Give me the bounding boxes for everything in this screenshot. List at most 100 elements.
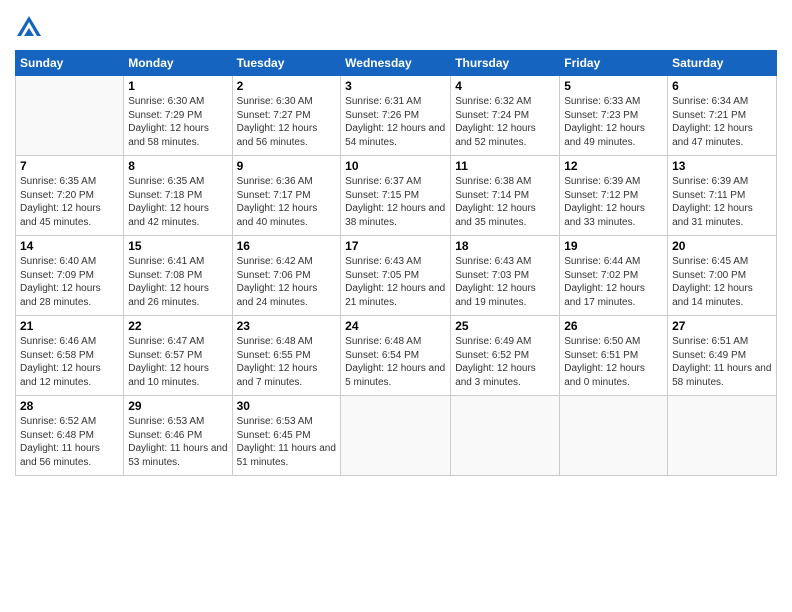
day-info: Sunrise: 6:34 AMSunset: 7:21 PMDaylight:… [672, 95, 772, 149]
day-info: Sunrise: 6:49 AMSunset: 6:52 PMDaylight:… [455, 335, 555, 389]
calendar-cell: 15 Sunrise: 6:41 AMSunset: 7:08 PMDayligh… [124, 236, 232, 316]
calendar-cell: 24 Sunrise: 6:48 AMSunset: 6:54 PMDayligh… [341, 316, 451, 396]
calendar-week-row: 28 Sunrise: 6:52 AMSunset: 6:48 PMDayligh… [16, 396, 777, 476]
day-number: 30 [237, 399, 337, 413]
day-number: 28 [20, 399, 119, 413]
calendar-cell: 16Sunrise: 6:42 AMSunset: 7:06 PMDayligh… [232, 236, 341, 316]
day-info: Sunrise: 6:31 AMSunset: 7:26 PMDaylight:… [345, 95, 446, 149]
day-info: Sunrise: 6:48 AMSunset: 6:55 PMDaylight:… [237, 335, 337, 389]
calendar-cell: 9 Sunrise: 6:36 AMSunset: 7:17 PMDaylight… [232, 156, 341, 236]
day-info: Sunrise: 6:33 AMSunset: 7:23 PMDaylight:… [564, 95, 663, 149]
day-info: Sunrise: 6:44 AMSunset: 7:02 PMDaylight:… [564, 255, 663, 309]
day-number: 9 [237, 159, 337, 173]
calendar-cell: 10 Sunrise: 6:37 AMSunset: 7:15 PMDayligh… [341, 156, 451, 236]
calendar-cell: 21 Sunrise: 6:46 AMSunset: 6:58 PMDayligh… [16, 316, 124, 396]
day-info: Sunrise: 6:50 AMSunset: 6:51 PMDaylight:… [564, 335, 663, 389]
day-info: Sunrise: 6:37 AMSunset: 7:15 PMDaylight:… [345, 175, 446, 229]
day-info: Sunrise: 6:41 AMSunset: 7:08 PMDaylight:… [128, 255, 227, 309]
calendar-cell: 8 Sunrise: 6:35 AMSunset: 7:18 PMDaylight… [124, 156, 232, 236]
calendar-cell: 25 Sunrise: 6:49 AMSunset: 6:52 PMDayligh… [451, 316, 560, 396]
calendar-cell: 22 Sunrise: 6:47 AMSunset: 6:57 PMDayligh… [124, 316, 232, 396]
day-number: 15 [128, 239, 227, 253]
calendar-cell: 12 Sunrise: 6:39 AMSunset: 7:12 PMDayligh… [560, 156, 668, 236]
day-number: 5 [564, 79, 663, 93]
day-number: 6 [672, 79, 772, 93]
calendar-week-row: 7Sunrise: 6:35 AMSunset: 7:20 PMDaylight… [16, 156, 777, 236]
calendar-cell: 13Sunrise: 6:39 AMSunset: 7:11 PMDayligh… [668, 156, 777, 236]
calendar-cell [560, 396, 668, 476]
day-info: Sunrise: 6:39 AMSunset: 7:12 PMDaylight:… [564, 175, 663, 229]
weekday-header: Monday [124, 51, 232, 76]
day-number: 1 [128, 79, 227, 93]
day-number: 2 [237, 79, 337, 93]
day-info: Sunrise: 6:32 AMSunset: 7:24 PMDaylight:… [455, 95, 555, 149]
day-number: 22 [128, 319, 227, 333]
calendar-cell: 27 Sunrise: 6:51 AMSunset: 6:49 PMDayligh… [668, 316, 777, 396]
day-info: Sunrise: 6:35 AMSunset: 7:18 PMDaylight:… [128, 175, 227, 229]
calendar-cell: 20Sunrise: 6:45 AMSunset: 7:00 PMDayligh… [668, 236, 777, 316]
day-info: Sunrise: 6:40 AMSunset: 7:09 PMDaylight:… [20, 255, 119, 309]
calendar-cell [451, 396, 560, 476]
day-number: 27 [672, 319, 772, 333]
calendar-cell: 3 Sunrise: 6:31 AMSunset: 7:26 PMDaylight… [341, 76, 451, 156]
day-number: 14 [20, 239, 119, 253]
day-info: Sunrise: 6:42 AMSunset: 7:06 PMDaylight:… [237, 255, 337, 309]
day-number: 10 [345, 159, 446, 173]
day-number: 29 [128, 399, 227, 413]
day-info: Sunrise: 6:52 AMSunset: 6:48 PMDaylight:… [20, 415, 119, 469]
day-info: Sunrise: 6:43 AMSunset: 7:03 PMDaylight:… [455, 255, 555, 309]
calendar-cell [668, 396, 777, 476]
weekday-header: Sunday [16, 51, 124, 76]
day-number: 13 [672, 159, 772, 173]
day-info: Sunrise: 6:30 AMSunset: 7:29 PMDaylight:… [128, 95, 227, 149]
calendar-cell: 7Sunrise: 6:35 AMSunset: 7:20 PMDaylight… [16, 156, 124, 236]
day-number: 11 [455, 159, 555, 173]
page: SundayMondayTuesdayWednesdayThursdayFrid… [0, 0, 792, 612]
day-info: Sunrise: 6:46 AMSunset: 6:58 PMDaylight:… [20, 335, 119, 389]
day-number: 21 [20, 319, 119, 333]
calendar-cell: 28 Sunrise: 6:52 AMSunset: 6:48 PMDayligh… [16, 396, 124, 476]
day-number: 18 [455, 239, 555, 253]
day-number: 8 [128, 159, 227, 173]
day-number: 19 [564, 239, 663, 253]
calendar-cell: 18 Sunrise: 6:43 AMSunset: 7:03 PMDayligh… [451, 236, 560, 316]
day-info: Sunrise: 6:47 AMSunset: 6:57 PMDaylight:… [128, 335, 227, 389]
calendar-cell: 29 Sunrise: 6:53 AMSunset: 6:46 PMDayligh… [124, 396, 232, 476]
weekday-header: Tuesday [232, 51, 341, 76]
calendar-cell: 11Sunrise: 6:38 AMSunset: 7:14 PMDayligh… [451, 156, 560, 236]
calendar-cell: 17 Sunrise: 6:43 AMSunset: 7:05 PMDayligh… [341, 236, 451, 316]
calendar-cell: 2 Sunrise: 6:30 AMSunset: 7:27 PMDaylight… [232, 76, 341, 156]
day-number: 4 [455, 79, 555, 93]
calendar-cell: 26 Sunrise: 6:50 AMSunset: 6:51 PMDayligh… [560, 316, 668, 396]
day-number: 17 [345, 239, 446, 253]
day-number: 25 [455, 319, 555, 333]
day-number: 20 [672, 239, 772, 253]
calendar-cell [16, 76, 124, 156]
calendar-cell: 5 Sunrise: 6:33 AMSunset: 7:23 PMDaylight… [560, 76, 668, 156]
weekday-header-row: SundayMondayTuesdayWednesdayThursdayFrid… [16, 51, 777, 76]
calendar-cell [341, 396, 451, 476]
calendar-cell: 1 Sunrise: 6:30 AMSunset: 7:29 PMDaylight… [124, 76, 232, 156]
day-info: Sunrise: 6:53 AMSunset: 6:45 PMDaylight:… [237, 415, 337, 469]
day-info: Sunrise: 6:53 AMSunset: 6:46 PMDaylight:… [128, 415, 227, 469]
day-number: 26 [564, 319, 663, 333]
day-info: Sunrise: 6:43 AMSunset: 7:05 PMDaylight:… [345, 255, 446, 309]
calendar-cell: 14 Sunrise: 6:40 AMSunset: 7:09 PMDayligh… [16, 236, 124, 316]
day-info: Sunrise: 6:36 AMSunset: 7:17 PMDaylight:… [237, 175, 337, 229]
day-number: 24 [345, 319, 446, 333]
day-info: Sunrise: 6:48 AMSunset: 6:54 PMDaylight:… [345, 335, 446, 389]
weekday-header: Saturday [668, 51, 777, 76]
calendar-week-row: 1 Sunrise: 6:30 AMSunset: 7:29 PMDaylight… [16, 76, 777, 156]
header [15, 10, 777, 42]
day-number: 3 [345, 79, 446, 93]
calendar-week-row: 21 Sunrise: 6:46 AMSunset: 6:58 PMDayligh… [16, 316, 777, 396]
day-info: Sunrise: 6:30 AMSunset: 7:27 PMDaylight:… [237, 95, 337, 149]
weekday-header: Friday [560, 51, 668, 76]
day-number: 12 [564, 159, 663, 173]
calendar: SundayMondayTuesdayWednesdayThursdayFrid… [15, 50, 777, 476]
calendar-cell: 23Sunrise: 6:48 AMSunset: 6:55 PMDayligh… [232, 316, 341, 396]
day-info: Sunrise: 6:51 AMSunset: 6:49 PMDaylight:… [672, 335, 772, 389]
calendar-cell: 4 Sunrise: 6:32 AMSunset: 7:24 PMDaylight… [451, 76, 560, 156]
calendar-cell: 30 Sunrise: 6:53 AMSunset: 6:45 PMDayligh… [232, 396, 341, 476]
calendar-cell: 19 Sunrise: 6:44 AMSunset: 7:02 PMDayligh… [560, 236, 668, 316]
